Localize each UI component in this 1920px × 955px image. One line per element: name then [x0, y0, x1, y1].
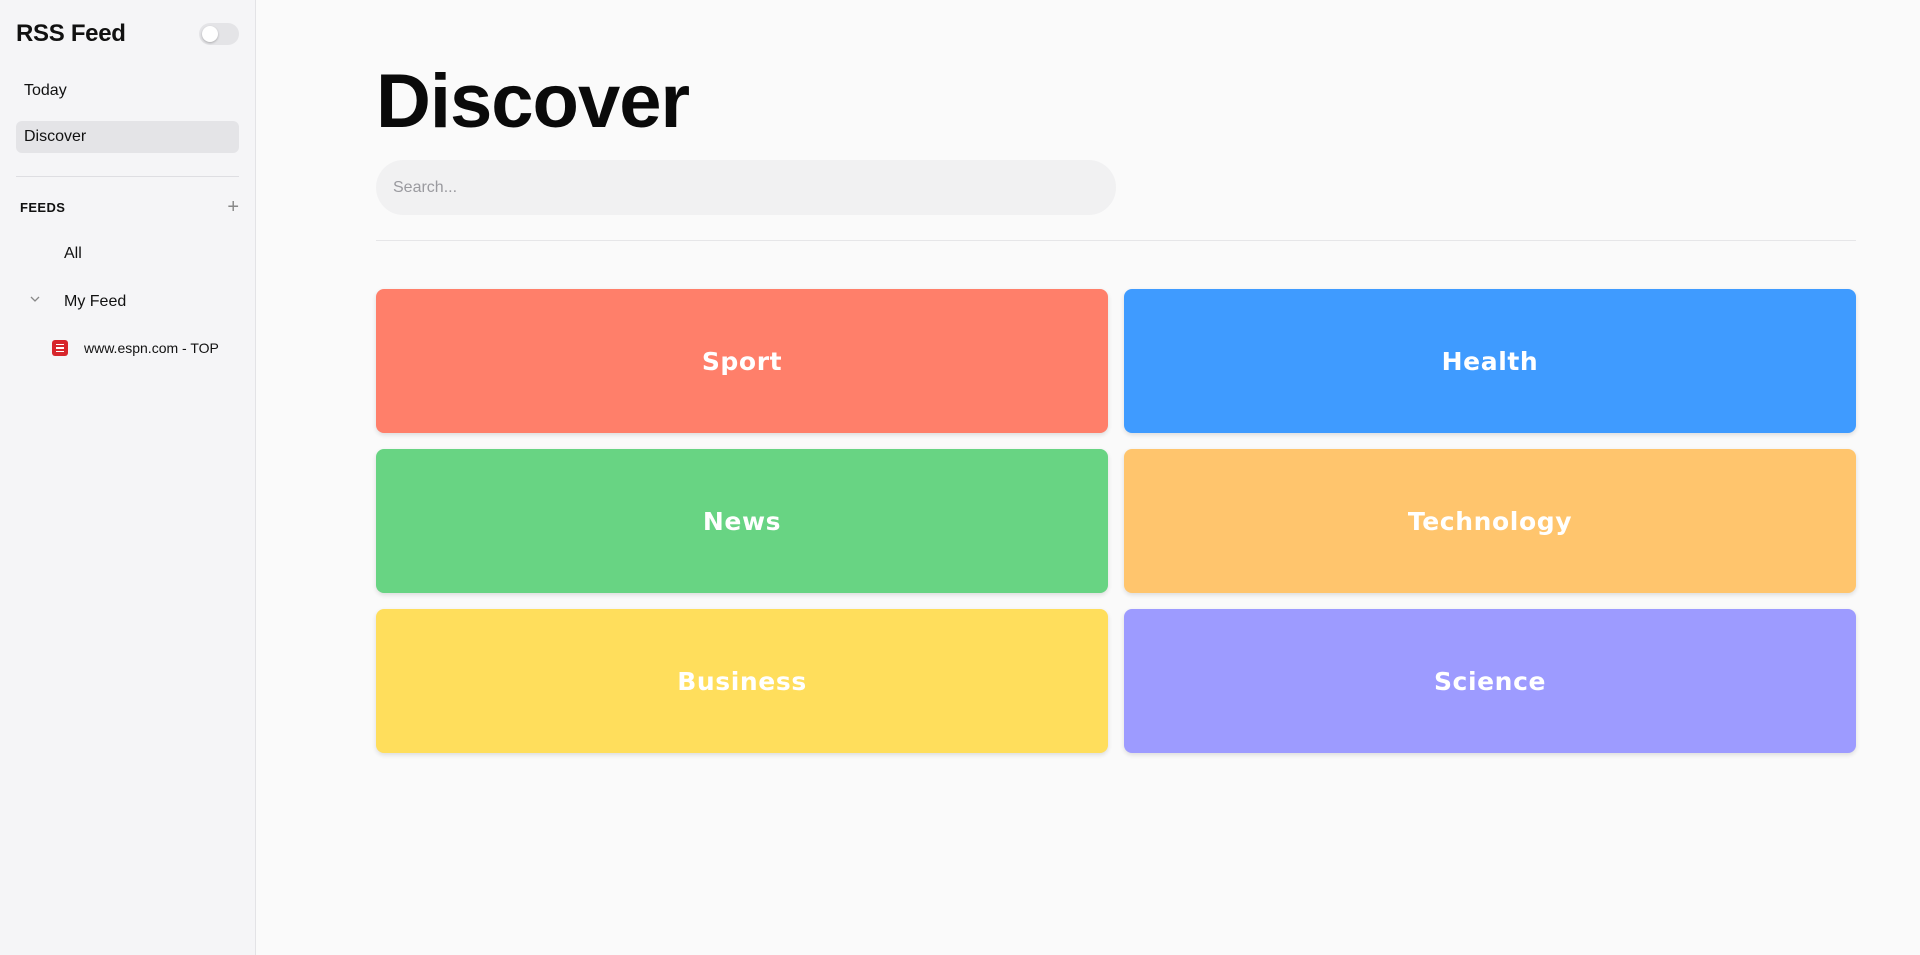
search-box[interactable] [376, 160, 1116, 215]
feed-group-label: My Feed [64, 293, 127, 310]
category-card-business[interactable]: Business [376, 609, 1108, 753]
espn-icon [52, 340, 68, 356]
feed-all-label: All [64, 245, 82, 262]
search-input[interactable] [393, 178, 1115, 197]
category-card-technology[interactable]: Technology [1124, 449, 1856, 593]
category-grid: Sport Health News Technology Business Sc… [376, 289, 1856, 753]
category-card-health[interactable]: Health [1124, 289, 1856, 433]
feed-item-label: www.espn.com - TOP [84, 340, 219, 356]
nav-item-today[interactable]: Today [16, 75, 239, 107]
nav-item-discover[interactable]: Discover [16, 121, 239, 153]
category-label: Sport [701, 346, 783, 376]
plus-icon[interactable]: + [227, 197, 239, 217]
nav-item-label: Discover [24, 128, 87, 145]
category-label: Business [677, 666, 807, 696]
sidebar-header: RSS Feed [16, 18, 239, 50]
feed-item-espn[interactable]: www.espn.com - TOP [52, 338, 219, 358]
feeds-label: FEEDS [20, 199, 66, 215]
category-card-science[interactable]: Science [1124, 609, 1856, 753]
main-divider [376, 240, 1856, 241]
sidebar-divider [16, 176, 239, 177]
category-label: Science [1433, 666, 1547, 696]
theme-toggle[interactable] [199, 23, 239, 45]
category-label: Health [1441, 346, 1539, 376]
category-card-news[interactable]: News [376, 449, 1108, 593]
feed-group-my-feed[interactable]: My Feed [64, 292, 126, 312]
main-content: Discover Sport Health News Technology Bu… [256, 0, 1920, 955]
category-label: Technology [1407, 506, 1573, 536]
category-label: News [702, 506, 782, 536]
sidebar: RSS Feed Today Discover FEEDS + All My F… [0, 0, 256, 955]
category-card-sport[interactable]: Sport [376, 289, 1108, 433]
feeds-header: FEEDS + [20, 197, 239, 217]
feed-all[interactable]: All [64, 244, 82, 264]
nav-item-label: Today [24, 82, 67, 99]
chevron-down-icon[interactable] [29, 293, 41, 305]
toggle-knob [202, 26, 218, 42]
page-title: Discover [376, 59, 690, 144]
app-title: RSS Feed [16, 20, 126, 47]
